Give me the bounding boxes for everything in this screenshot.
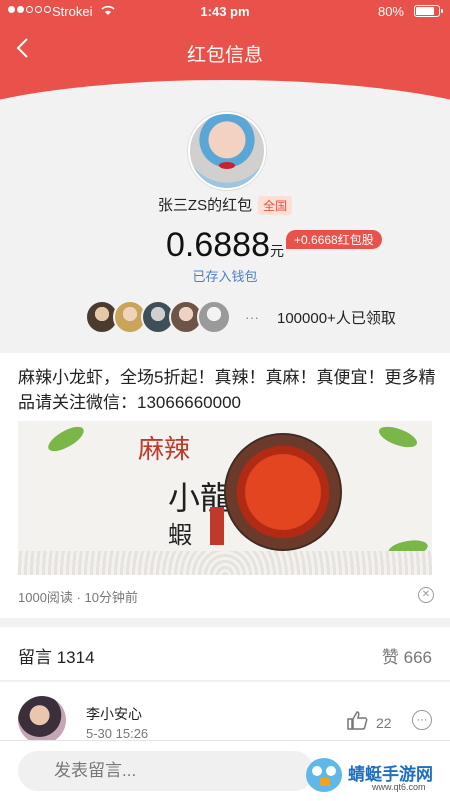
comments-count: 留言 1314 xyxy=(18,648,95,667)
amount-row: 0.6888元 xyxy=(0,226,450,265)
amount-value: 0.6888 xyxy=(166,226,270,264)
post-text: 麻辣小龙虾，全场5折起！真辣！真麻！真便宜！更多精品请关注微信：13066660… xyxy=(18,368,436,412)
post-card[interactable]: 麻辣小龙虾，全场5折起！真辣！真麻！真便宜！更多精品请关注微信：13066660… xyxy=(0,353,450,618)
likes-count[interactable]: 赞 666 xyxy=(382,643,432,668)
post-meta: 1000阅读 · 10分钟前 xyxy=(18,590,138,605)
comment-input[interactable] xyxy=(18,751,314,791)
saved-to-wallet-link[interactable]: 已存入钱包 xyxy=(0,266,450,285)
sender-avatar[interactable] xyxy=(188,112,266,190)
status-bar: Strokei 1:43 pm 80% xyxy=(0,0,450,24)
more-options-icon[interactable]: ··· xyxy=(412,710,432,730)
thumbs-up-icon[interactable] xyxy=(346,710,368,735)
post-banner-image[interactable]: 麻辣 小龍 蝦 xyxy=(18,421,432,575)
close-circle-icon[interactable]: ✕ xyxy=(418,587,434,603)
nav-bar: 红包信息 xyxy=(0,30,450,74)
banner-title-line3: 蝦 xyxy=(168,521,192,549)
receivers-row[interactable]: ··· 100000+人已领取 xyxy=(85,300,396,334)
decor-leaf xyxy=(44,422,88,456)
commenter-avatar[interactable] xyxy=(18,696,66,744)
comments-header: 留言 1314 赞 666 xyxy=(0,627,450,681)
banner-stamp xyxy=(210,507,224,545)
comment-date: 5-30 15:26 xyxy=(86,726,149,741)
received-count: 100000+人已领取 xyxy=(277,309,396,327)
more-ellipsis: ··· xyxy=(245,309,259,325)
amount-unit: 元 xyxy=(270,243,284,259)
decor-leaf xyxy=(376,422,420,452)
bonus-badge: +0.6668红包股 xyxy=(286,230,382,249)
battery-percent: 80% xyxy=(377,4,404,19)
region-badge: 全国 xyxy=(258,196,293,215)
receiver-avatar xyxy=(197,300,231,334)
commenter-name: 李小安心 xyxy=(86,706,142,722)
watermark-url: www.qt6.com xyxy=(372,782,426,792)
watermark-logo: 蜻蜓手游网 www.qt6.com xyxy=(298,752,450,796)
bird-logo-icon xyxy=(306,758,342,792)
battery-icon xyxy=(414,5,443,17)
sender-name: 张三ZS的红包 xyxy=(157,197,253,214)
crayfish-plate xyxy=(224,433,342,551)
sender-name-row: 张三ZS的红包 全国 xyxy=(0,194,450,215)
banner-wave-pattern xyxy=(18,551,432,575)
page-title: 红包信息 xyxy=(186,45,263,66)
comment-likes: 22 xyxy=(376,715,392,731)
banner-title-line1: 麻辣 xyxy=(138,435,191,465)
